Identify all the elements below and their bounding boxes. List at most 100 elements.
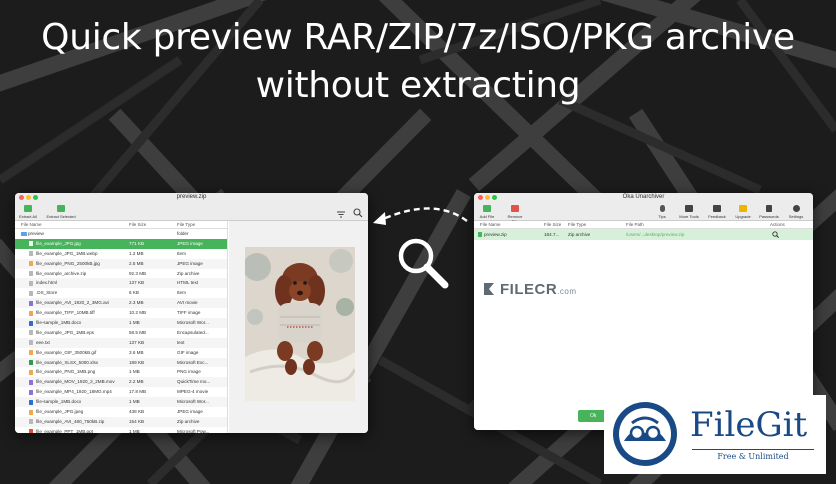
file-row-name: file_example_GIF_3500kB.gif xyxy=(36,349,97,355)
file-row-type: Encapsulated... xyxy=(177,329,209,335)
preview-window: preview.zip Extract All Extract Selected… xyxy=(15,193,368,433)
file-rows: preview folder file_example_JPG.jpg 771 KB J… xyxy=(15,229,227,433)
passwords-label: Passwords xyxy=(759,214,779,219)
column-file-name[interactable]: File Name xyxy=(480,221,501,229)
file-row[interactable]: file_example_PNG_1MB.png 1 MB PNG image xyxy=(15,367,227,377)
feedback-button[interactable]: Feedback xyxy=(707,205,727,219)
minimize-button[interactable] xyxy=(26,195,31,200)
upgrade-button[interactable]: Upgrade xyxy=(734,205,752,219)
file-row-type: JPEG image xyxy=(177,240,203,246)
file-row[interactable]: file_example_MOV_1920_2_2MB.mov 2.2 MB Qui… xyxy=(15,377,227,388)
file-row-name: index.html xyxy=(36,280,57,286)
file-row-name: file_example_PNG_2500kB.jpg xyxy=(36,260,100,266)
file-row[interactable]: file_example_GIF_3500kB.gif 3.6 MB GIF ima… xyxy=(15,348,227,358)
column-actions[interactable]: Actions xyxy=(770,221,785,229)
file-row[interactable]: preview folder xyxy=(15,229,227,239)
dog-photo-preview xyxy=(245,247,355,401)
zoom-button[interactable] xyxy=(33,195,38,200)
extract-selected-button[interactable]: Extract Selected xyxy=(45,205,77,219)
file-row[interactable]: file_example_archive.zip 92.3 MB Zip archi… xyxy=(15,269,227,279)
filegit-tagline: Free & Unlimited xyxy=(717,452,789,461)
file-row-type: QuickTime mo... xyxy=(177,379,211,385)
grid-icon xyxy=(685,205,693,212)
file-row[interactable]: .DS_Store 6 KB Item xyxy=(15,288,227,298)
minimize-button[interactable] xyxy=(485,195,490,200)
file-row-size: 1.2 MB xyxy=(129,250,144,256)
file-row-name: file_example_AVI_1920_2_3MG.avi xyxy=(36,300,109,306)
file-row[interactable]: index.html 137 KB HTML text xyxy=(15,278,227,289)
extract-all-button[interactable]: Extract All xyxy=(18,205,38,219)
file-row[interactable]: file_example_AVI_480_750kB.zip 154 KB Zip … xyxy=(15,416,227,427)
archive-row[interactable]: preview.zip 184.7... Zip archive /Users/… xyxy=(474,229,813,240)
lock-icon xyxy=(766,205,772,212)
file-row[interactable]: file-sample_1MB.docx 1 MB Microsoft Wor... xyxy=(15,397,227,408)
close-button[interactable] xyxy=(478,195,483,200)
file-row[interactable]: file_example_MP4_1920_18MG.mp4 17.8 MB MPE… xyxy=(15,387,227,397)
file-list-header: File Name File Size File Type xyxy=(15,221,227,229)
doc-file-icon xyxy=(29,271,33,277)
ppt-file-icon xyxy=(29,429,33,433)
file-row-size: 92.3 MB xyxy=(129,270,147,276)
extract-all-icon xyxy=(24,205,32,212)
file-row-type: Item xyxy=(177,250,186,256)
column-file-name[interactable]: File Name xyxy=(21,221,42,229)
file-row-type: JPEG image xyxy=(177,409,203,415)
file-row[interactable]: file_example_XLSX_5000.xlsx 189 KB Microso… xyxy=(15,357,227,368)
remove-file-icon xyxy=(511,205,519,212)
doc-file-icon xyxy=(29,251,33,257)
file-row-name: file-sample_1MB.docx xyxy=(36,399,82,405)
watermark-suffix: .com xyxy=(557,287,577,296)
file-row-name: file_example_TIFF_10MB.tiff xyxy=(36,310,95,316)
file-row[interactable]: file_example_JPG.jpeg 438 KB JPEG image xyxy=(15,407,227,417)
file-row-name: eee.txt xyxy=(36,339,50,345)
file-row[interactable]: file_example_JPG.jpg 771 KB JPEG image xyxy=(15,238,227,249)
file-row[interactable]: file_example_PPT_1MB.ppt 1 MB Microsoft Po… xyxy=(15,427,227,433)
preview-window-titlebar: preview.zip xyxy=(15,193,368,202)
file-row-type: Zip archive xyxy=(177,270,200,276)
movie-file-icon xyxy=(29,389,33,395)
window-title: preview.zip xyxy=(176,194,207,200)
add-file-button[interactable]: Add File xyxy=(478,205,496,219)
file-row-size: 137 KB xyxy=(129,339,145,345)
file-row-type: Zip archive xyxy=(177,418,200,424)
file-row[interactable]: file_example_JPG_1MB.webp 1.2 MB Item xyxy=(15,249,227,259)
file-row[interactable]: file-sample_1MB.docx 1 MB Microsoft Wor... xyxy=(15,318,227,328)
file-row-size: 1 MB xyxy=(129,399,140,405)
file-row-type: MPEG-4 movie xyxy=(177,389,209,395)
more-tools-button[interactable]: More Tools xyxy=(678,205,700,219)
close-button[interactable] xyxy=(19,195,24,200)
file-row-name: file_example_MOV_1920_2_2MB.mov xyxy=(36,379,115,385)
file-row[interactable]: file_example_TIFF_10MB.tiff 10.2 MB TIFF i… xyxy=(15,308,227,318)
file-row-type: GIF image xyxy=(177,349,199,355)
file-row-size: 17.8 MB xyxy=(129,389,147,395)
watermark-brand: FILECR xyxy=(500,281,558,298)
file-row-name: file_example_JPG_1MB.webp xyxy=(36,250,98,256)
column-file-path[interactable]: File Path xyxy=(626,221,644,229)
file-row-type: TIFF image xyxy=(177,310,201,316)
archive-row-path: /Users/...desktop/preview.zip xyxy=(626,232,685,237)
file-row-size: 154 KB xyxy=(129,418,145,424)
column-file-type[interactable]: File Type xyxy=(177,221,195,229)
settings-button[interactable]: Settings xyxy=(787,205,805,219)
preview-search-icon[interactable] xyxy=(772,231,779,238)
tips-label: Tips xyxy=(658,214,666,219)
tips-button[interactable]: Tips xyxy=(656,205,668,219)
file-row[interactable]: eee.txt 137 KB text xyxy=(15,337,227,348)
filter-icon[interactable] xyxy=(336,206,346,218)
search-icon[interactable] xyxy=(353,205,363,218)
passwords-button[interactable]: Passwords xyxy=(759,205,779,219)
file-row[interactable]: file_example_PNG_2500kB.jpg 2.5 MB JPEG im… xyxy=(15,258,227,269)
doc-file-icon xyxy=(29,290,33,296)
file-row[interactable]: file_example_JPG_1MB.eps 58.5 MB Encapsula… xyxy=(15,328,227,338)
column-file-size[interactable]: File Size xyxy=(129,221,146,229)
file-row[interactable]: file_example_AVI_1920_2_3MG.avi 2.3 MB AVI… xyxy=(15,298,227,309)
preview-toolbar: Extract All Extract Selected xyxy=(15,202,368,221)
doc-file-icon xyxy=(29,330,33,336)
filegit-divider xyxy=(692,449,814,450)
zoom-button[interactable] xyxy=(492,195,497,200)
column-file-size[interactable]: File Size xyxy=(544,221,561,229)
file-row-type: text xyxy=(177,339,185,345)
column-file-type[interactable]: File Type xyxy=(568,221,586,229)
more-tools-label: More Tools xyxy=(679,214,699,219)
magnifier-icon xyxy=(398,238,449,289)
